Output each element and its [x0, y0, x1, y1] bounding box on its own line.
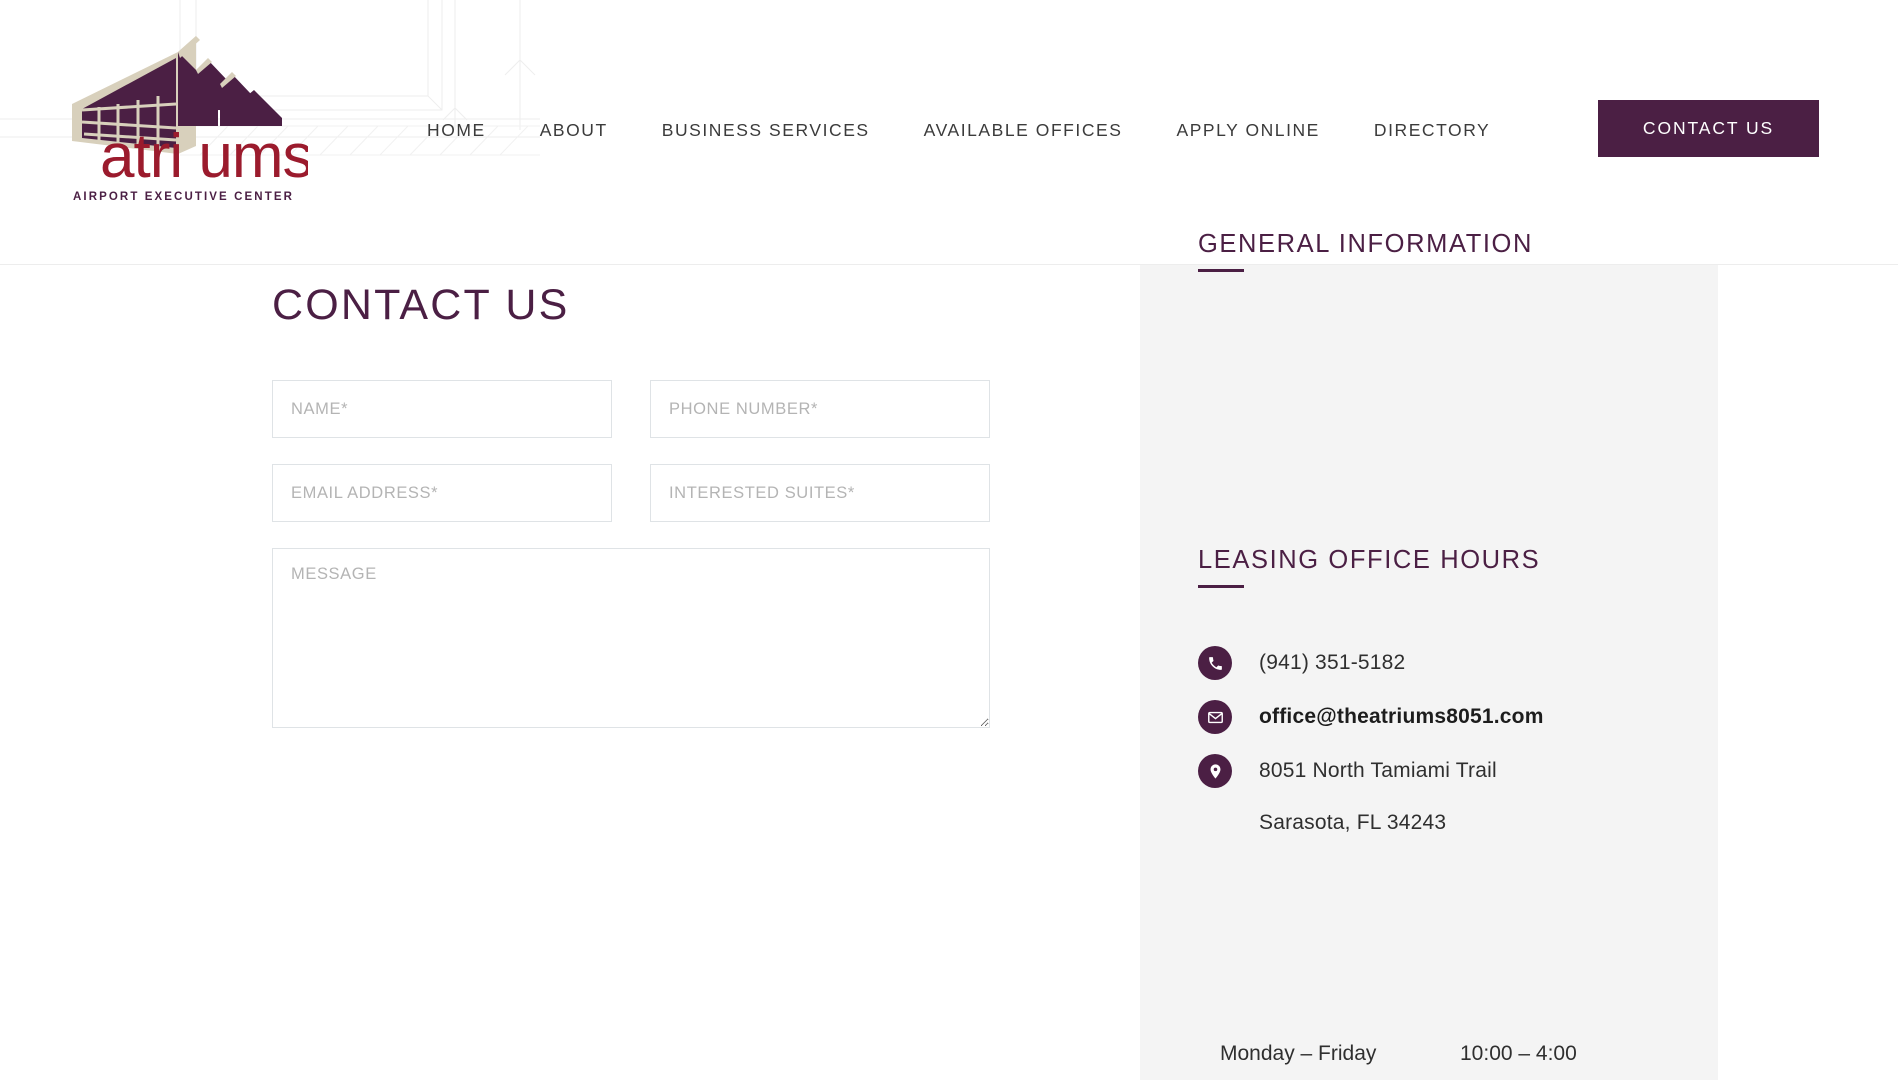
page-title: CONTACT US [272, 281, 570, 329]
phone-number-input[interactable] [650, 380, 990, 438]
nav-item-about[interactable]: ABOUT [513, 120, 635, 141]
svg-text:AIRPORT EXECUTIVE CENTER: AIRPORT EXECUTIVE CENTER [73, 191, 294, 203]
primary-navigation: HOME ABOUT BUSINESS SERVICES AVAILABLE O… [400, 100, 1517, 160]
nav-item-business-services[interactable]: BUSINESS SERVICES [635, 120, 897, 141]
phone-icon [1198, 646, 1232, 680]
phone-number-text[interactable]: (941) 351-5182 [1259, 651, 1405, 675]
form-row-2 [272, 464, 990, 522]
address-row: 8051 North Tamiami Trail [1198, 748, 1544, 794]
contact-form [272, 380, 990, 728]
email-address-input[interactable] [272, 464, 612, 522]
email-row[interactable]: office@theatriums8051.com [1198, 694, 1544, 740]
message-textarea[interactable] [272, 548, 990, 728]
table-row: Monday – Friday 10:00 – 4:00 [1198, 1020, 1658, 1080]
contact-form-column: CONTACT US I'm not a robot [0, 265, 1140, 1080]
address-line-1: 8051 North Tamiami Trail [1259, 759, 1497, 782]
nav-item-apply-online[interactable]: APPLY ONLINE [1149, 120, 1346, 141]
map-pin-icon [1198, 754, 1232, 788]
general-information-underline [1198, 269, 1244, 272]
address-line-2: Sarasota, FL 34243 [1259, 811, 1447, 834]
leasing-office-hours-table: Monday – Friday 10:00 – 4:00 Saturday Cl… [1198, 1020, 1658, 1080]
form-row-1 [272, 380, 990, 438]
site-header: atri ums AIRPORT EXECUTIVE CENTER HOME A… [0, 0, 1898, 265]
svg-text:atri ums: atri ums [100, 122, 308, 191]
leasing-office-hours-underline [1198, 585, 1244, 588]
atriums-building-logo-icon: atri ums AIRPORT EXECUTIVE CENTER [72, 36, 308, 203]
nav-item-home[interactable]: HOME [400, 120, 513, 141]
address-row-2: Sarasota, FL 34243 [1198, 802, 1544, 838]
nav-item-available-offices[interactable]: AVAILABLE OFFICES [897, 120, 1150, 141]
page-body: CONTACT US I'm not a robot [0, 230, 1898, 1080]
interested-suites-input[interactable] [650, 464, 990, 522]
site-logo[interactable]: atri ums AIRPORT EXECUTIVE CENTER [68, 14, 308, 224]
hours-day: Monday – Friday [1220, 1041, 1377, 1065]
nav-item-directory[interactable]: DIRECTORY [1347, 120, 1517, 141]
general-information-heading: GENERAL INFORMATION [1198, 230, 1534, 258]
leasing-office-hours-heading: LEASING OFFICE HOURS [1198, 546, 1541, 574]
email-address-link[interactable]: office@theatriums8051.com [1259, 705, 1544, 729]
general-information-list: (941) 351-5182 office@theatriums8051.com… [1198, 640, 1544, 846]
header-contact-us-button[interactable]: CONTACT US [1598, 100, 1819, 157]
name-input[interactable] [272, 380, 612, 438]
hours-time: 10:00 – 4:00 [1460, 1041, 1577, 1065]
envelope-icon [1198, 700, 1232, 734]
phone-row[interactable]: (941) 351-5182 [1198, 640, 1544, 686]
